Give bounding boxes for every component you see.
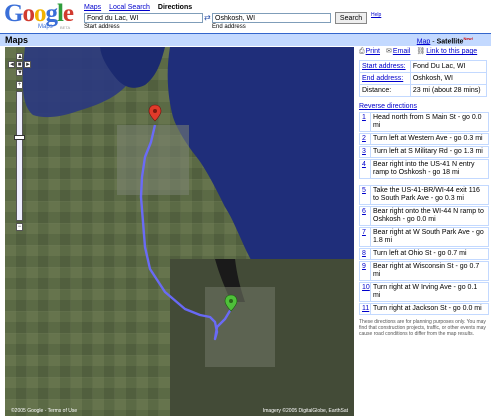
nav-local-search-link[interactable]: Local Search <box>109 4 150 11</box>
reverse-directions-link[interactable]: Reverse directions <box>359 103 489 110</box>
direction-step[interactable]: 11 Turn right at Jackson St - go 0.0 mi <box>359 303 489 315</box>
direction-steps-group-1: 1 Head north from S Main St - go 0.0 mi 2 T… <box>359 112 489 179</box>
end-address-link[interactable]: End address: <box>362 75 403 82</box>
step-number-link[interactable]: 10 <box>360 283 371 301</box>
link-to-page-link[interactable]: Link to this page <box>426 48 477 55</box>
step-number-link[interactable]: 11 <box>360 304 371 314</box>
step-number-link[interactable]: 4 <box>360 160 371 178</box>
start-address-input[interactable] <box>84 13 203 23</box>
step-instruction: Take the US-41-BR/WI-44 exit 116 to Sout… <box>373 187 480 202</box>
directions-disclaimer: These directions are for planning purpos… <box>359 319 486 337</box>
direction-steps-group-2: 5 Take the US-41-BR/WI-44 exit 116 to Sou… <box>359 185 489 315</box>
direction-step[interactable]: 10 Turn right at W Irving Ave - go 0.1 mi <box>359 282 489 302</box>
zoom-out-button[interactable]: − <box>16 223 23 231</box>
step-instruction: Bear right into the US-41 N entry ramp t… <box>373 161 475 176</box>
imagery-copyright: Imagery ©2005 DigitalGlobe, EarthSat <box>262 408 348 414</box>
zoom-in-button[interactable]: + <box>16 81 23 89</box>
table-row: Distance: 23 mi (about 28 mins) <box>359 84 488 97</box>
link-icon: ⛓ <box>416 48 426 55</box>
page-title: Maps <box>5 35 29 45</box>
step-instruction: Bear right at W South Park Ave - go 1.8 … <box>373 229 484 244</box>
step-instruction: Turn left at Western Ave - go 0.3 mi <box>373 135 483 142</box>
direction-step[interactable]: 9 Bear right at Wisconsin St - go 0.7 mi <box>359 261 489 281</box>
top-nav: Maps Local Search Directions <box>84 4 192 11</box>
step-instruction: Bear right at Wisconsin St - go 0.7 mi <box>373 263 480 278</box>
pan-down-button[interactable]: ▼ <box>16 69 23 76</box>
map-view-link[interactable]: Map <box>417 38 431 45</box>
step-instruction: Turn left at S Military Rd - go 1.3 mi <box>373 148 483 155</box>
pan-left-button[interactable]: ◄ <box>8 61 15 68</box>
step-instruction: Bear right onto the WI-44 N ramp to Oshk… <box>373 208 484 223</box>
direction-step[interactable]: 3 Turn left at S Military Rd - go 1.3 mi <box>359 146 489 158</box>
end-address-input[interactable] <box>212 13 331 23</box>
direction-step[interactable]: 6 Bear right onto the WI-44 N ramp to Osh… <box>359 206 489 226</box>
logo-wordmark: Google <box>4 0 74 27</box>
start-address-link[interactable]: Start address: <box>362 63 406 70</box>
email-link[interactable]: Email <box>393 48 411 55</box>
panel-actions: ⎙Print ✉Email ⛓Link to this page <box>359 47 489 56</box>
help-link[interactable]: Help <box>371 12 381 18</box>
direction-step[interactable]: 2 Turn left at Western Ave - go 0.3 mi <box>359 133 489 145</box>
zoom-slider-track[interactable] <box>16 91 23 221</box>
start-address-value: Fond Du Lac, WI <box>409 60 488 73</box>
direction-step[interactable]: 4 Bear right into the US-41 N entry ramp … <box>359 159 489 179</box>
direction-step[interactable]: 8 Turn left at Ohio St - go 0.7 mi <box>359 248 489 260</box>
step-instruction: Head north from S Main St - go 0.0 mi <box>373 114 482 129</box>
step-number-link[interactable]: 1 <box>360 113 371 131</box>
nav-maps-link[interactable]: Maps <box>84 4 101 11</box>
step-instruction: Turn left at Ohio St - go 0.7 mi <box>373 250 467 257</box>
step-number-link[interactable]: 9 <box>360 262 371 280</box>
print-link[interactable]: Print <box>366 48 380 55</box>
pan-right-button[interactable]: ► <box>24 61 31 68</box>
zoom-slider-handle[interactable] <box>14 135 25 140</box>
map-imagery <box>5 47 354 416</box>
direction-step[interactable]: 7 Bear right at W South Park Ave - go 1.8… <box>359 227 489 247</box>
table-row: End address: Oshkosh, WI <box>359 72 488 85</box>
distance-label: Distance: <box>359 84 411 97</box>
step-instruction: Turn right at W Irving Ave - go 0.1 mi <box>373 284 478 299</box>
step-number-link[interactable]: 3 <box>360 147 371 157</box>
end-address-value: Oshkosh, WI <box>409 72 488 85</box>
direction-step[interactable]: 5 Take the US-41-BR/WI-44 exit 116 to Sou… <box>359 185 489 205</box>
google-maps-logo[interactable]: Google Maps BETA <box>4 0 78 32</box>
logo-subtitle: Maps <box>38 24 53 30</box>
map-type-switch: Map - SatelliteNew! <box>417 36 473 45</box>
satellite-view-current[interactable]: Satellite <box>437 38 464 45</box>
end-address-label: End address <box>212 24 246 30</box>
map-type-separator: - <box>432 38 435 46</box>
swap-arrows-icon[interactable]: ⇄ <box>204 13 211 22</box>
step-number-link[interactable]: 5 <box>360 186 371 204</box>
nav-current-directions: Directions <box>157 4 193 11</box>
distance-value: 23 mi (about 28 mins) <box>409 84 488 97</box>
map-copyright: ©2005 Google - Terms of Use <box>11 408 78 414</box>
directions-panel: ⎙Print ✉Email ⛓Link to this page Start a… <box>359 47 489 337</box>
step-instruction: Turn right at Jackson St - go 0.0 mi <box>373 305 482 312</box>
printer-icon: ⎙ <box>359 48 365 55</box>
envelope-icon: ✉ <box>385 48 392 55</box>
pan-center-button[interactable]: ■ <box>16 61 23 68</box>
beta-badge: BETA <box>60 25 71 30</box>
step-number-link[interactable]: 2 <box>360 134 371 144</box>
satellite-map[interactable]: ▲ ◄ ■ ► ▼ + − ©2005 Google - Terms of Us… <box>5 47 354 416</box>
direction-step[interactable]: 1 Head north from S Main St - go 0.0 mi <box>359 112 489 132</box>
pan-up-button[interactable]: ▲ <box>16 53 23 60</box>
step-number-link[interactable]: 8 <box>360 249 371 259</box>
start-address-label: Start address <box>84 24 120 30</box>
search-button[interactable]: Search <box>335 12 367 24</box>
maps-title-bar: Maps Map - SatelliteNew! <box>0 33 491 46</box>
step-number-link[interactable]: 7 <box>360 228 371 246</box>
step-number-link[interactable]: 6 <box>360 207 371 225</box>
route-summary-table: Start address: Fond Du Lac, WI End addre… <box>359 60 488 97</box>
new-badge: New! <box>463 36 473 41</box>
table-row: Start address: Fond Du Lac, WI <box>359 60 488 73</box>
